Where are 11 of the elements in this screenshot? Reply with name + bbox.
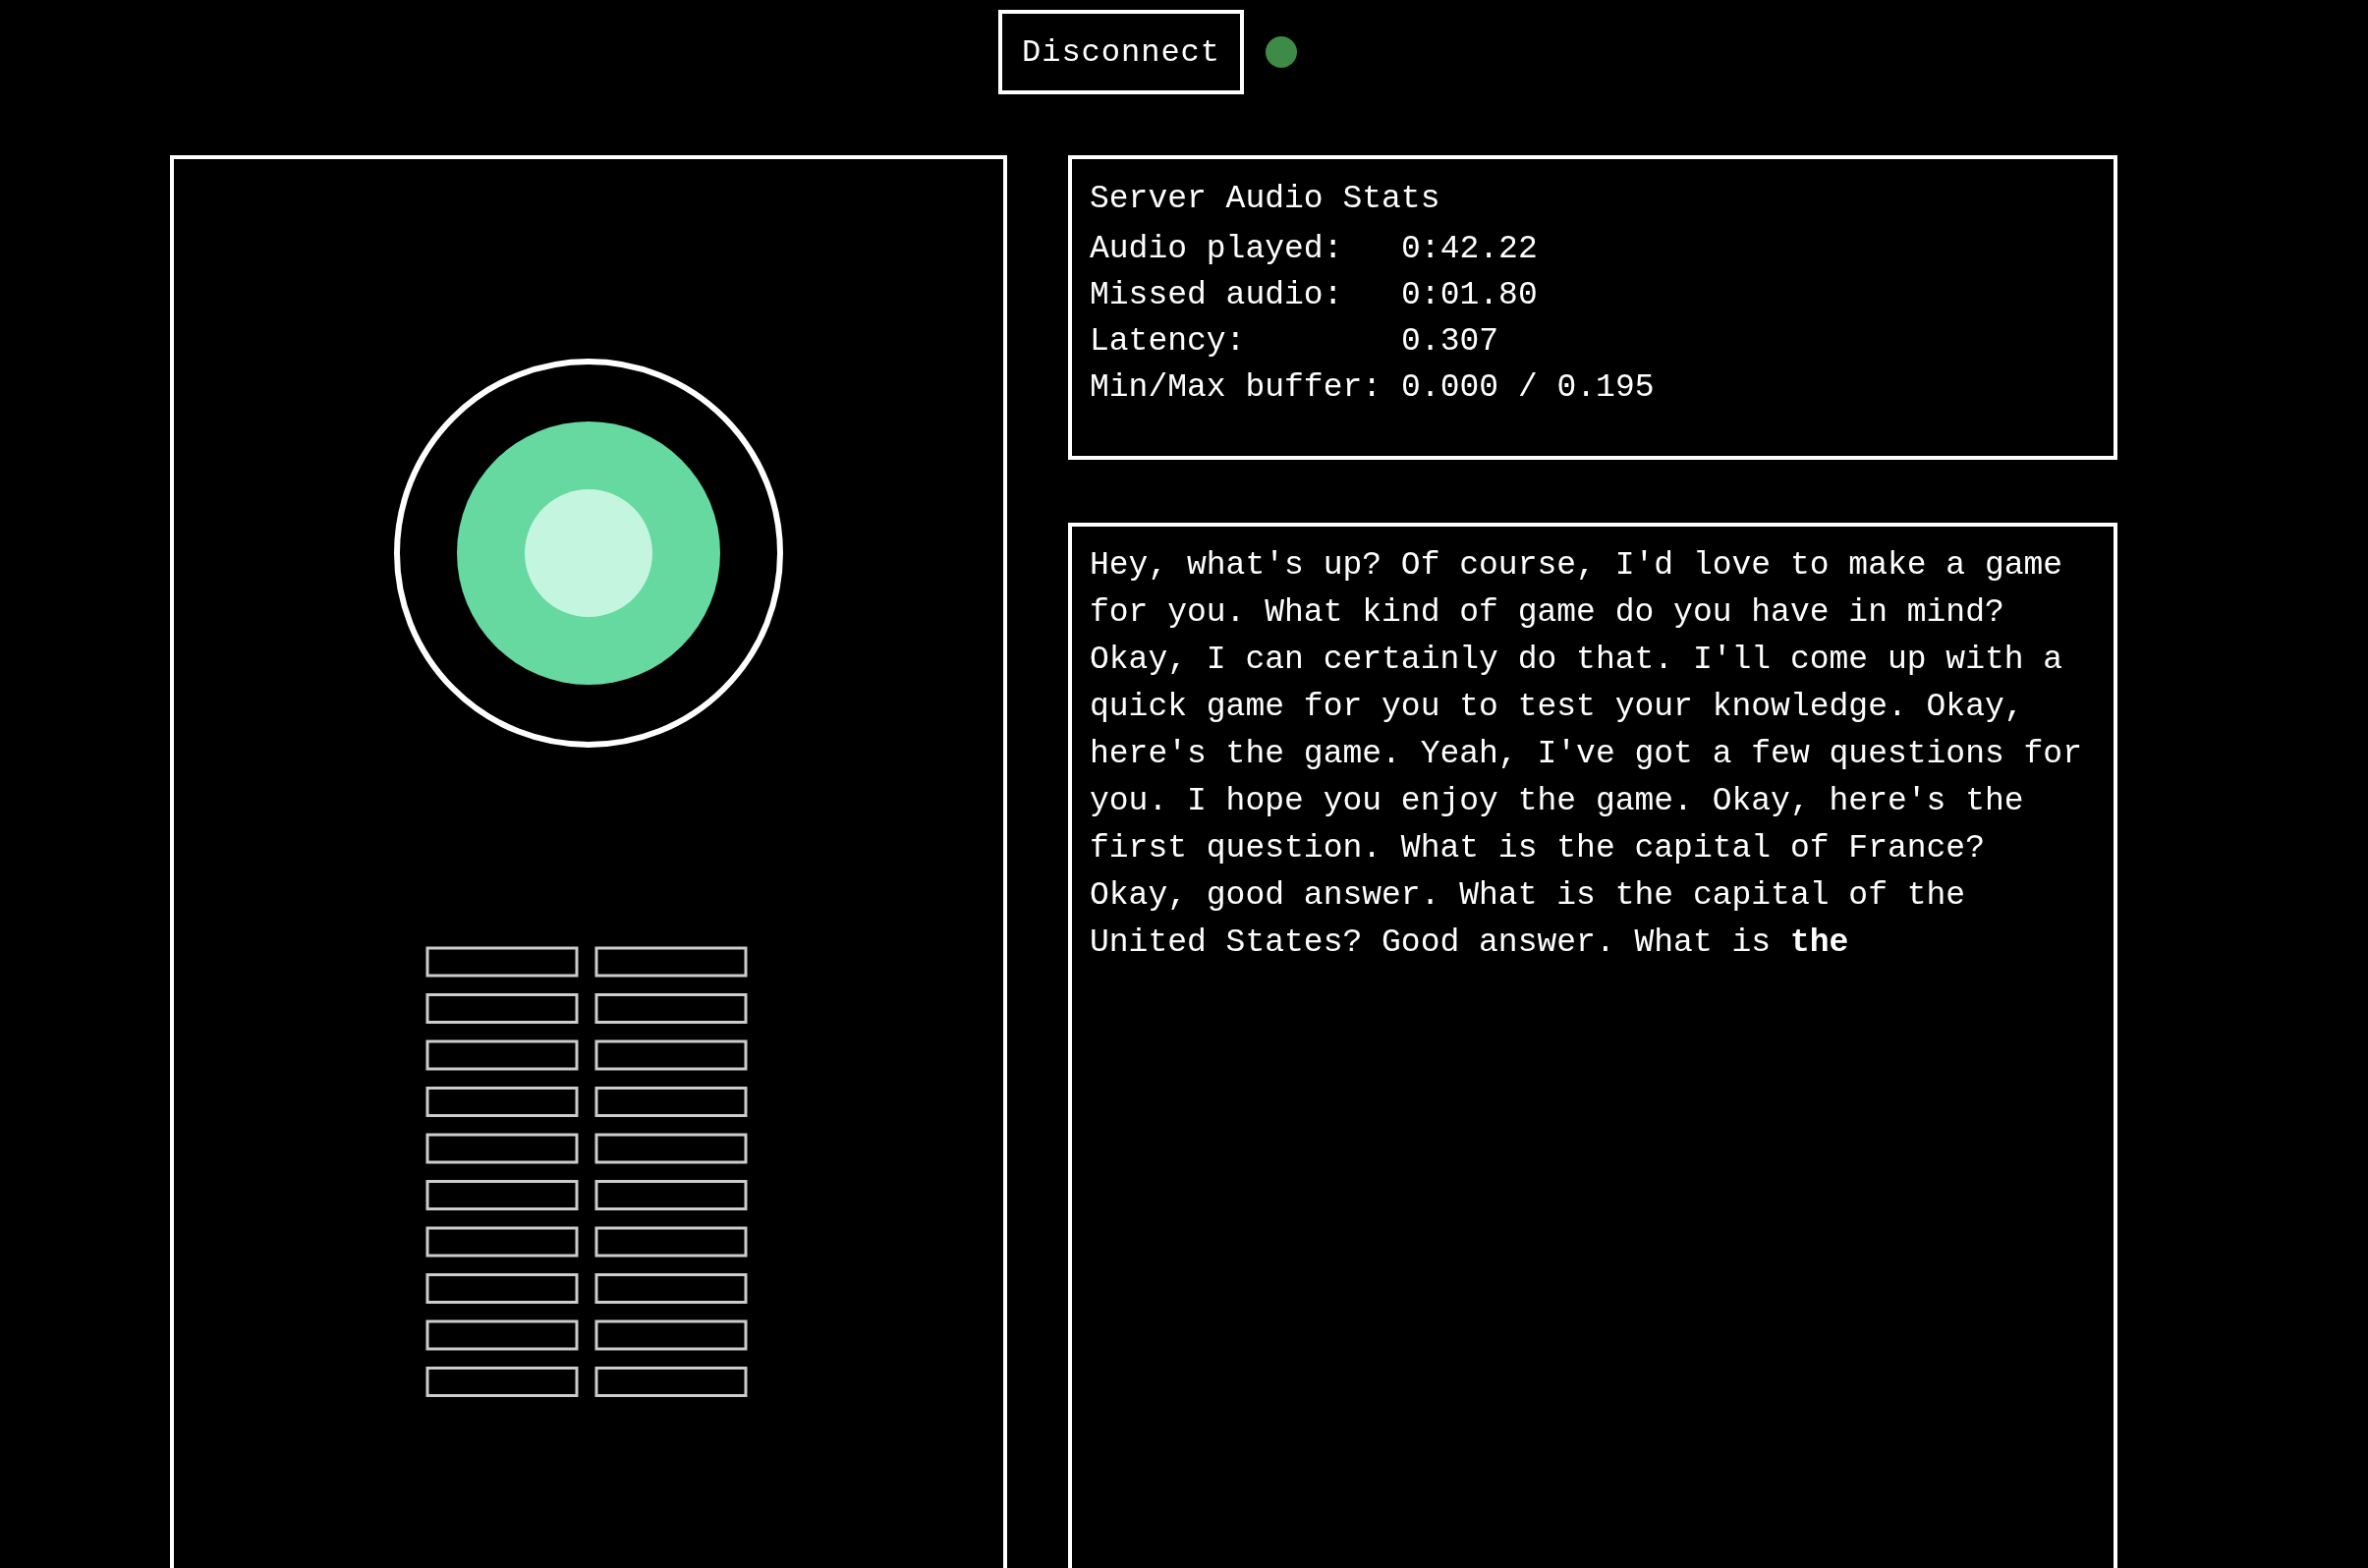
stat-label: Latency: [1090, 323, 1246, 360]
stat-value: 0:42.22 [1401, 231, 1538, 267]
stats-title: Server Audio Stats [1090, 181, 1441, 217]
stat-value: 0.000 / 0.195 [1401, 369, 1655, 406]
stat-label: Audio played: [1090, 231, 1343, 267]
stat-label: Missed audio: [1090, 277, 1343, 313]
stat-value: 0:01.80 [1401, 277, 1538, 313]
transcript-text: Hey, what's up? Of course, I'd love to make a game for you. What kind of game do you have in mind? Okay, I can certainly do that. I'll come up with a quick game for you to test your knowledge. Okay, here's the game. Yeah, I've got a few questions for you. I hope you enjoy the game. Okay, here's the first question. What is the capital of France? Okay, good answer. What is the capital of the United States? Good answer. What is the [1090, 546, 2083, 963]
stat-label: Min/Max buffer: [1090, 369, 1382, 406]
disconnect-button[interactable]: Disconnect [998, 10, 1244, 94]
stat-value: 0.307 [1401, 323, 1499, 360]
